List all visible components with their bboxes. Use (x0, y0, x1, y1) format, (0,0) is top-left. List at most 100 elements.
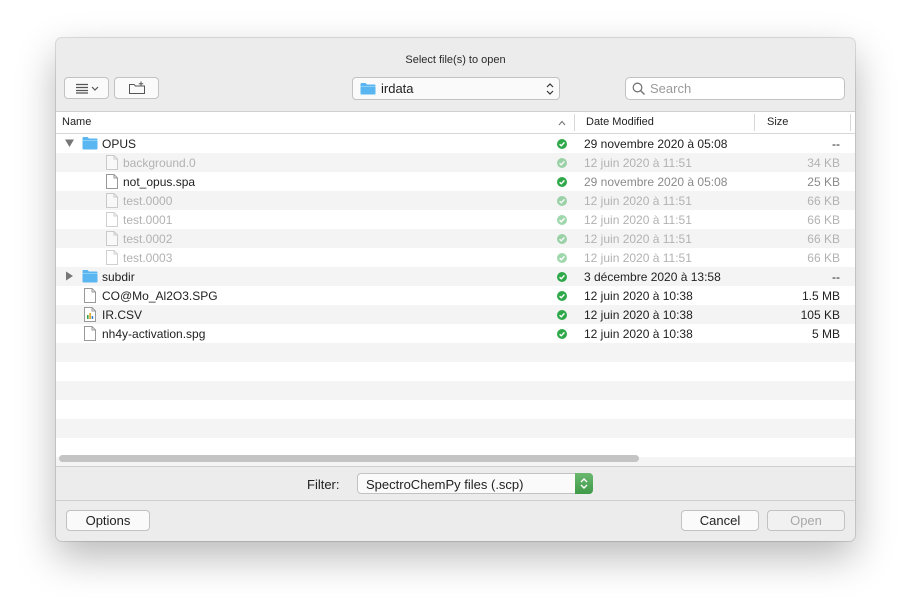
file-size: 25 KB (807, 175, 840, 189)
folder-icon (82, 137, 98, 150)
document-icon (106, 231, 118, 246)
empty-row (56, 381, 855, 400)
check-icon (557, 329, 567, 339)
file-row[interactable]: test.0001 12 juin 2020 à 11:51 66 KB (56, 210, 855, 229)
file-row[interactable]: test.0003 12 juin 2020 à 11:51 66 KB (56, 248, 855, 267)
file-date: 12 juin 2020 à 11:51 (584, 194, 692, 208)
document-icon (84, 326, 96, 341)
new-folder-icon (128, 81, 145, 94)
filter-popup[interactable]: SpectroChemPy files (.scp) (357, 473, 593, 494)
file-name: CO@Mo_Al2O3.SPG (102, 289, 218, 303)
options-button[interactable]: Options (66, 510, 150, 531)
list-view-icon (75, 83, 98, 94)
filter-popup-arrow[interactable] (575, 473, 593, 494)
file-name: not_opus.spa (123, 175, 196, 189)
chevron-updown-icon (580, 478, 588, 489)
check-icon (557, 177, 567, 187)
document-icon (106, 193, 118, 208)
file-date: 12 juin 2020 à 10:38 (584, 289, 693, 303)
file-size: 66 KB (807, 251, 840, 265)
file-date: 29 novembre 2020 à 05:08 (584, 175, 728, 189)
dialog-title: Select file(s) to open (405, 54, 506, 66)
file-row[interactable]: subdir 3 décembre 2020 à 13:58 -- (56, 267, 855, 286)
location-popup[interactable]: irdata (352, 77, 560, 100)
file-row[interactable]: not_opus.spa 29 novembre 2020 à 05:08 25… (56, 172, 855, 191)
filter-value: SpectroChemPy files (.scp) (366, 477, 524, 492)
view-mode-button[interactable] (64, 77, 109, 99)
file-date: 12 juin 2020 à 11:51 (584, 232, 692, 246)
file-name: test.0001 (123, 213, 173, 227)
filter-bar: Filter: SpectroChemPy files (.scp) (56, 466, 855, 501)
disclosure-expanded-icon[interactable] (65, 139, 75, 148)
file-name: background.0 (123, 156, 196, 170)
check-icon (557, 196, 567, 206)
file-date: 12 juin 2020 à 11:51 (584, 213, 692, 227)
open-button[interactable]: Open (767, 510, 845, 531)
empty-row (56, 343, 855, 362)
file-row[interactable]: CO@Mo_Al2O3.SPG 12 juin 2020 à 10:38 1.5… (56, 286, 855, 305)
file-size: 66 KB (807, 194, 840, 208)
empty-row (56, 400, 855, 419)
file-size: -- (832, 137, 840, 151)
file-name: OPUS (102, 137, 137, 151)
column-size-header[interactable]: Size (767, 116, 788, 128)
search-input[interactable] (650, 81, 830, 96)
filter-label: Filter: (307, 477, 340, 492)
new-folder-button[interactable] (114, 77, 159, 99)
sort-ascending-icon (558, 120, 566, 126)
file-row[interactable]: background.0 12 juin 2020 à 11:51 34 KB (56, 153, 855, 172)
cancel-button[interactable]: Cancel (681, 510, 759, 531)
check-icon (557, 234, 567, 244)
check-icon (557, 253, 567, 263)
chevron-updown-icon (546, 83, 554, 95)
disclosure-collapsed-icon[interactable] (65, 271, 74, 281)
file-name: IR.CSV (102, 308, 143, 322)
file-date: 3 décembre 2020 à 13:58 (584, 270, 721, 284)
empty-row (56, 362, 855, 381)
file-row[interactable]: OPUS 29 novembre 2020 à 05:08 -- (56, 134, 855, 153)
location-label: irdata (381, 81, 414, 96)
file-row[interactable]: test.0002 12 juin 2020 à 11:51 66 KB (56, 229, 855, 248)
file-name: test.0002 (123, 232, 173, 246)
spreadsheet-document-icon (84, 307, 96, 322)
file-row[interactable]: IR.CSV 12 juin 2020 à 10:38 105 KB (56, 305, 855, 324)
file-date: 12 juin 2020 à 10:38 (584, 327, 693, 341)
file-size: -- (832, 270, 840, 284)
file-date: 12 juin 2020 à 11:51 (584, 156, 692, 170)
check-icon (557, 272, 567, 282)
search-icon (632, 82, 646, 95)
file-name: subdir (102, 270, 135, 284)
file-name: nh4y-activation.spg (102, 327, 206, 341)
file-name: test.0003 (123, 251, 173, 265)
folder-icon (82, 270, 98, 283)
column-date-header[interactable]: Date Modified (586, 116, 654, 128)
search-field[interactable] (625, 77, 845, 100)
column-header: Name Date Modified Size (56, 112, 855, 134)
file-date: 12 juin 2020 à 10:38 (584, 308, 693, 322)
document-icon (84, 288, 96, 303)
file-size: 66 KB (807, 232, 840, 246)
document-icon (106, 212, 118, 227)
file-browser: Name Date Modified Size OPUS 29 novembre… (56, 111, 855, 467)
check-icon (557, 215, 567, 225)
file-size: 105 KB (800, 308, 840, 322)
document-icon (106, 250, 118, 265)
check-icon (557, 310, 567, 320)
file-row[interactable]: nh4y-activation.spg 12 juin 2020 à 10:38… (56, 324, 855, 343)
document-icon (106, 174, 118, 189)
file-size: 1.5 MB (801, 289, 840, 303)
file-open-dialog: Select file(s) to open irdata Search Nam… (56, 38, 855, 541)
file-name: test.0000 (123, 194, 173, 208)
document-icon (106, 155, 118, 170)
file-date: 29 novembre 2020 à 05:08 (584, 137, 728, 151)
column-name-header[interactable]: Name (62, 116, 91, 128)
folder-icon (360, 83, 376, 95)
file-size: 5 MB (811, 327, 840, 341)
horizontal-scrollbar[interactable] (59, 455, 639, 462)
file-date: 12 juin 2020 à 11:51 (584, 251, 692, 265)
empty-row (56, 419, 855, 438)
file-row[interactable]: test.0000 12 juin 2020 à 11:51 66 KB (56, 191, 855, 210)
file-size: 34 KB (807, 156, 840, 170)
file-size: 66 KB (807, 213, 840, 227)
check-icon (557, 291, 567, 301)
